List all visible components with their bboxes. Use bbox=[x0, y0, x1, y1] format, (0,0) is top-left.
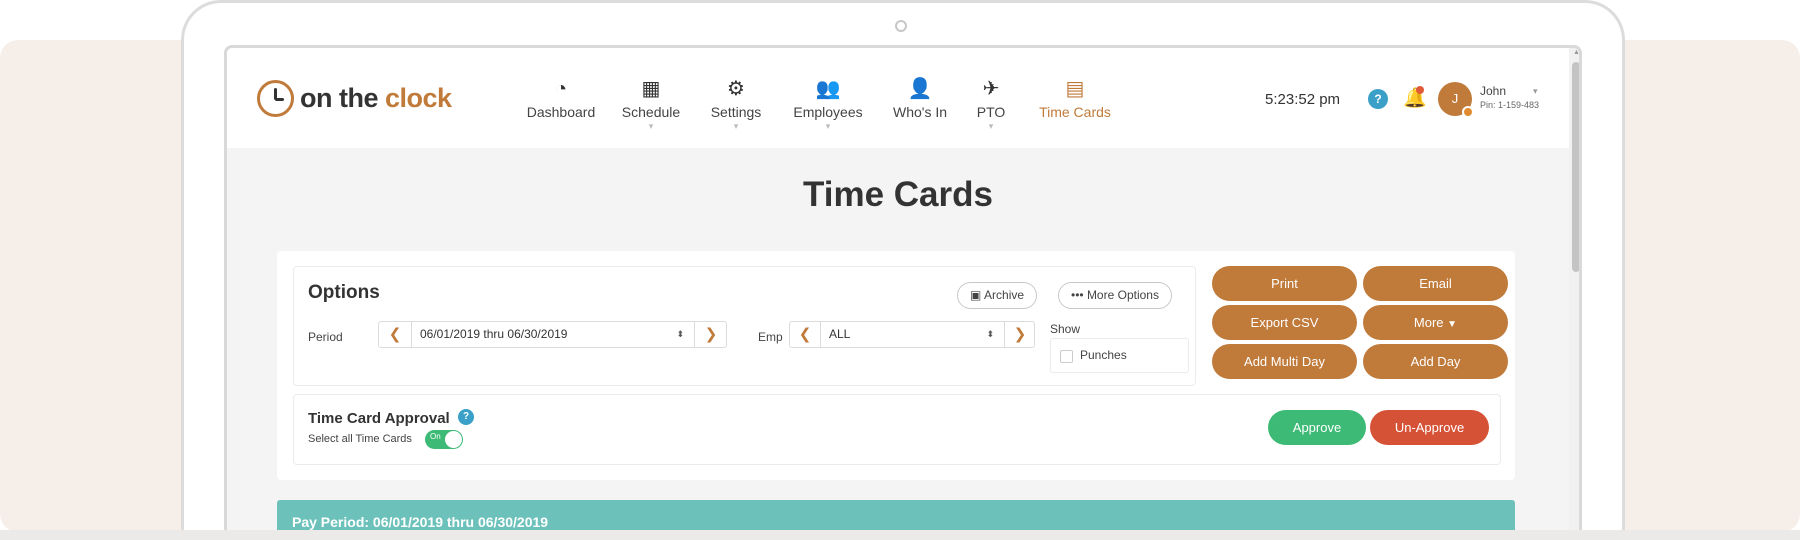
help-icon[interactable]: ? bbox=[1368, 89, 1388, 109]
logo-accent: clock bbox=[385, 83, 452, 113]
employee-select[interactable]: ALL ⬍ bbox=[820, 322, 1005, 347]
logo[interactable]: on the clock bbox=[257, 80, 452, 117]
notification-dot bbox=[1416, 86, 1424, 94]
options-card: Options ▣ Archive ••• More Options Perio… bbox=[277, 251, 1515, 480]
approve-button[interactable]: Approve bbox=[1268, 410, 1366, 445]
toggle-knob bbox=[445, 431, 462, 448]
select-arrows-icon: ⬍ bbox=[676, 329, 684, 339]
punches-checkbox[interactable] bbox=[1060, 350, 1073, 363]
chevron-down-icon: ▾ bbox=[825, 121, 831, 131]
add-day-button[interactable]: Add Day bbox=[1363, 344, 1508, 379]
current-time: 5:23:52 pm bbox=[1265, 91, 1341, 108]
toggle-label: On bbox=[430, 432, 441, 441]
clock-logo-icon bbox=[257, 80, 294, 117]
top-navigation: on the clock ◔ Dashboard ▦ Schedule ▾ ⚙ … bbox=[227, 48, 1569, 148]
avatar-status-badge bbox=[1462, 106, 1474, 118]
users-icon: 👥 bbox=[815, 78, 841, 100]
options-panel: Options ▣ Archive ••• More Options Perio… bbox=[293, 266, 1196, 386]
emp-label: Emp bbox=[758, 330, 783, 344]
archive-button[interactable]: ▣ Archive bbox=[957, 282, 1038, 309]
chevron-down-icon: ▾ bbox=[648, 121, 654, 131]
calendar-icon: ▦ bbox=[641, 78, 661, 100]
approval-title: Time Card Approval bbox=[308, 410, 450, 427]
chevron-right-icon[interactable]: ❯ bbox=[1005, 322, 1035, 347]
nav-time-cards[interactable]: ▤ Time Cards bbox=[1035, 76, 1115, 120]
help-icon[interactable]: ? bbox=[458, 409, 474, 425]
more-button[interactable]: More ▼ bbox=[1363, 305, 1508, 340]
user-pin: Pin: 1-159-483 bbox=[1480, 100, 1540, 110]
period-selector: ❮ 06/01/2019 thru 06/30/2019 ⬍ ❯ bbox=[378, 321, 727, 348]
nav-employees[interactable]: 👥 Employees ▾ bbox=[783, 76, 873, 131]
period-select[interactable]: 06/01/2019 thru 06/30/2019 ⬍ bbox=[411, 322, 695, 347]
add-multi-day-button[interactable]: Add Multi Day bbox=[1212, 344, 1357, 379]
nav-label: Schedule bbox=[621, 104, 681, 120]
user-clock-icon: 👤 bbox=[907, 78, 933, 100]
options-title: Options bbox=[308, 282, 380, 303]
scrollbar-thumb[interactable] bbox=[1572, 62, 1579, 272]
bottom-strip bbox=[0, 530, 1800, 540]
nav-label: Employees bbox=[793, 104, 863, 120]
chevron-down-icon: ▾ bbox=[733, 121, 739, 131]
nav-dashboard[interactable]: ◔ Dashboard bbox=[521, 76, 601, 120]
show-options: Punches bbox=[1050, 338, 1189, 373]
speedometer-icon: ◔ bbox=[554, 78, 568, 100]
chevron-left-icon[interactable]: ❮ bbox=[790, 322, 820, 347]
punches-label[interactable]: Punches bbox=[1080, 348, 1127, 362]
unapprove-button[interactable]: Un-Approve bbox=[1370, 410, 1489, 445]
employee-selector: ❮ ALL ⬍ ❯ bbox=[789, 321, 1035, 348]
period-label: Period bbox=[308, 330, 343, 344]
pay-period-text: Pay Period: 06/01/2019 thru 06/30/2019 bbox=[292, 514, 549, 530]
archive-label: Archive bbox=[984, 288, 1025, 302]
nav-schedule[interactable]: ▦ Schedule ▾ bbox=[611, 76, 691, 131]
nav-label: Settings bbox=[710, 104, 762, 120]
timecard-grid-icon: ▤ bbox=[1065, 78, 1085, 100]
export-csv-button[interactable]: Export CSV bbox=[1212, 305, 1357, 340]
user-name[interactable]: John bbox=[1480, 84, 1506, 98]
employee-value: ALL bbox=[829, 327, 851, 341]
camera-icon bbox=[895, 20, 907, 32]
nav-label: Time Cards bbox=[1039, 104, 1111, 120]
scroll-up-icon[interactable]: ▲ bbox=[1573, 49, 1579, 56]
chevron-down-icon[interactable]: ▾ bbox=[1533, 86, 1538, 97]
nav-pto[interactable]: ✈ PTO ▾ bbox=[971, 76, 1011, 131]
nav-whos-in[interactable]: 👤 Who's In bbox=[887, 76, 953, 120]
caret-down-icon: ▼ bbox=[1447, 319, 1458, 330]
period-value: 06/01/2019 thru 06/30/2019 bbox=[420, 327, 568, 341]
select-all-label: Select all Time Cards bbox=[308, 433, 412, 445]
logo-text: on the clock bbox=[300, 83, 452, 114]
approval-panel: Time Card Approval ? Select all Time Car… bbox=[293, 394, 1501, 465]
nav-settings[interactable]: ⚙ Settings ▾ bbox=[701, 76, 771, 131]
select-arrows-icon: ⬍ bbox=[986, 329, 994, 339]
chevron-left-icon[interactable]: ❮ bbox=[379, 322, 411, 347]
nav-label: Who's In bbox=[892, 104, 948, 120]
airplane-icon: ✈ bbox=[982, 78, 1000, 100]
chevron-right-icon[interactable]: ❯ bbox=[695, 322, 727, 347]
more-label: More bbox=[1413, 315, 1444, 330]
nav-label: Dashboard bbox=[526, 104, 596, 120]
chevron-down-icon: ▾ bbox=[988, 121, 994, 131]
more-options-button[interactable]: ••• More Options bbox=[1058, 282, 1172, 309]
page-title: Time Cards bbox=[803, 175, 993, 214]
archive-icon: ▣ bbox=[970, 288, 982, 302]
nav-label: PTO bbox=[976, 104, 1006, 120]
print-button[interactable]: Print bbox=[1212, 266, 1357, 301]
app-screen: on the clock ◔ Dashboard ▦ Schedule ▾ ⚙ … bbox=[224, 45, 1582, 540]
logo-prefix: on the bbox=[300, 83, 385, 113]
select-all-toggle[interactable]: On bbox=[425, 430, 463, 449]
show-label: Show bbox=[1050, 322, 1081, 336]
gears-icon: ⚙ bbox=[727, 78, 745, 100]
email-button[interactable]: Email bbox=[1363, 266, 1508, 301]
